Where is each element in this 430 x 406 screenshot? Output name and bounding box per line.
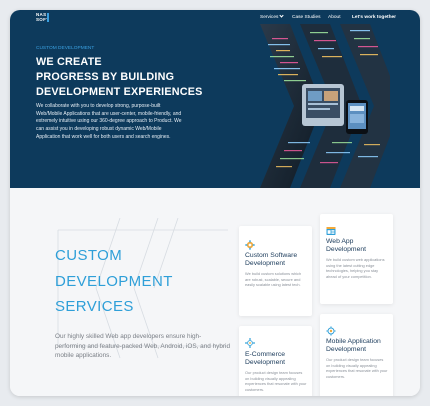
services-section: CUSTOM DEVELOPMENT SERVICES Our highly s…: [10, 188, 420, 396]
hero-section: NAS SOFT Services Case Studies About Let…: [10, 10, 420, 188]
nav-item-about[interactable]: About: [328, 15, 341, 20]
service-card-web-app[interactable]: Web App Development We build custom web …: [320, 214, 393, 304]
mobile-app-icon: [326, 326, 336, 336]
services-description: Our highly skilled Web app developers en…: [55, 333, 231, 360]
services-title-line: DEVELOPMENT: [55, 272, 173, 290]
service-card-ecommerce[interactable]: E-Commerce Development Our product desig…: [239, 326, 312, 396]
service-card-custom-software[interactable]: Custom Software Development We build cus…: [239, 226, 312, 316]
card-title: Mobile Application Development: [326, 338, 381, 353]
hero-title-line: WE CREATE: [36, 56, 102, 68]
services-title-line: SERVICES: [55, 298, 134, 315]
logo-mark: [47, 13, 49, 22]
service-card-mobile-app[interactable]: Mobile Application Development Our produ…: [320, 314, 393, 396]
hero-title-line: DEVELOPMENT EXPERIENCES: [36, 86, 203, 98]
services-title-line: CUSTOM: [55, 247, 123, 264]
chevron-down-icon: [279, 13, 285, 18]
hero-title-line: PROGRESS BY BUILDING: [36, 71, 175, 83]
nav-item-services[interactable]: Services: [260, 13, 285, 20]
card-title: Web App Development: [326, 238, 367, 253]
services-title: CUSTOM DEVELOPMENT SERVICES: [55, 243, 235, 320]
card-title: E-Commerce Development: [245, 351, 286, 366]
card-text: Our product design team focuses on build…: [245, 370, 307, 392]
custom-software-icon: [245, 240, 255, 250]
hero-chevron-photo: [260, 24, 390, 188]
card-text: We build custom web applications using t…: [326, 257, 385, 279]
card-text: We build custom solutions which are robu…: [245, 271, 302, 287]
cta-link[interactable]: Let's work together: [352, 15, 396, 20]
ecommerce-icon: [245, 338, 255, 348]
hero-title: WE CREATE PROGRESS BY BUILDING DEVELOPME…: [36, 55, 236, 100]
hero-description: We collaborate with you to develop stron…: [36, 103, 182, 140]
nav-item-case-studies[interactable]: Case Studies: [292, 15, 321, 20]
web-app-icon: [326, 227, 336, 235]
card-title: Custom Software Development: [245, 252, 298, 267]
hero-eyebrow: CUSTOM DEVELOPMENT: [36, 46, 95, 51]
card-text: Our product design team focuses on build…: [326, 357, 388, 379]
page-frame: NAS SOFT Services Case Studies About Let…: [10, 10, 420, 396]
nav-item-label: Services: [260, 15, 279, 20]
